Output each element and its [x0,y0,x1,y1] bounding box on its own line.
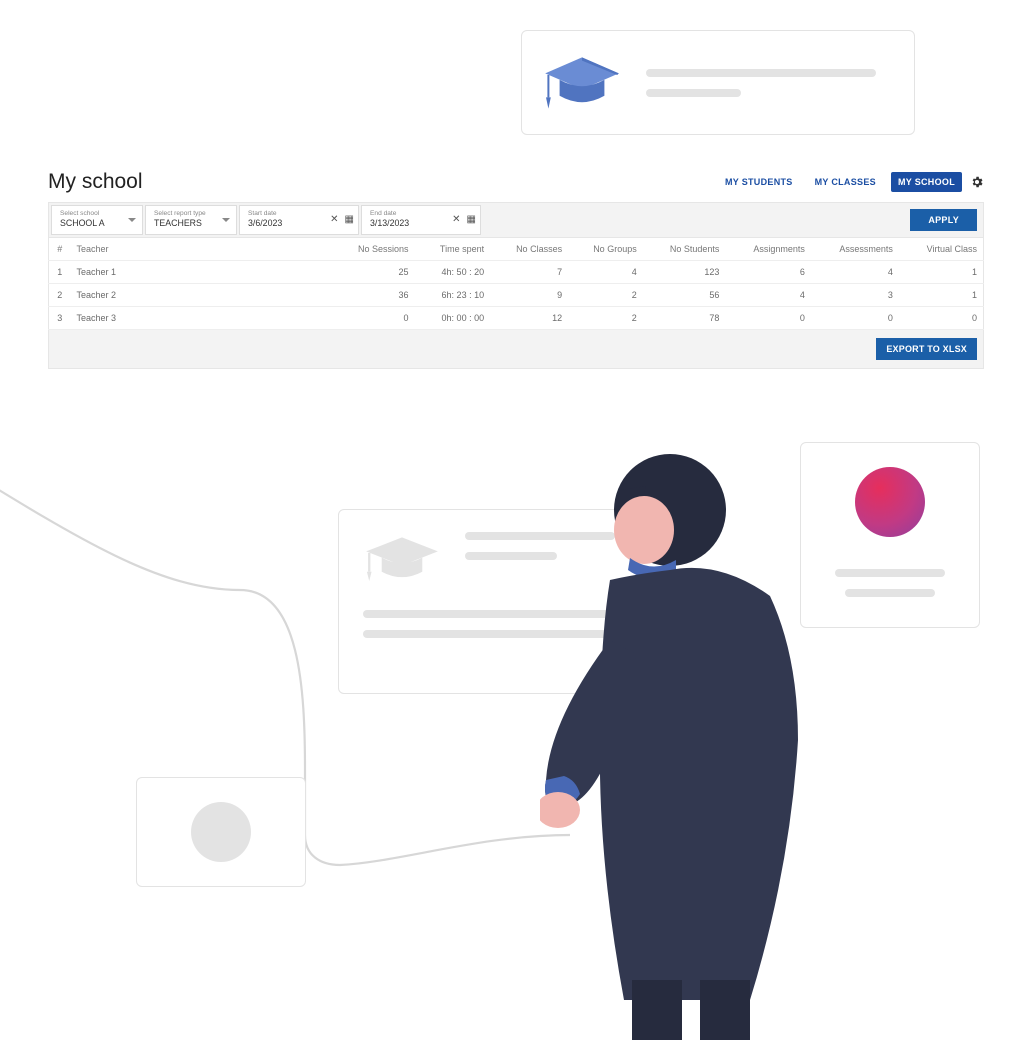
cell-virtual: 1 [899,261,984,284]
end-date-field[interactable]: End date 3/13/2023 ✕ ▦ [361,205,481,235]
cell-sessions: 36 [331,284,415,307]
graduation-cap-icon [542,48,622,118]
field-label: Select report type [154,211,228,218]
cell-time: 0h: 00 : 00 [415,307,491,330]
chevron-down-icon [222,218,230,222]
table-row[interactable]: 1Teacher 1254h: 50 : 2074123641 [49,261,984,284]
placeholder-line [835,569,945,577]
cell-assessments: 3 [811,284,899,307]
page-title: My school [48,170,143,194]
cell-time: 6h: 23 : 10 [415,284,491,307]
cell-teacher: Teacher 2 [71,284,331,307]
cell-classes: 9 [490,284,568,307]
graduation-cap-icon [363,532,441,588]
placeholder-line [646,69,876,77]
gradient-avatar [855,467,925,537]
col-students: No Students [643,238,726,261]
select-school[interactable]: Select school SCHOOL A [51,205,143,235]
summary-card-small [136,777,306,887]
cell-virtual: 1 [899,284,984,307]
cell-assessments: 0 [811,307,899,330]
col-index: # [49,238,71,261]
cell-classes: 12 [490,307,568,330]
tab-my-students[interactable]: MY STUDENTS [718,172,800,192]
col-classes: No Classes [490,238,568,261]
cell-classes: 7 [490,261,568,284]
cell-assignments: 6 [725,261,810,284]
cell-sessions: 25 [331,261,415,284]
col-assignments: Assignments [725,238,810,261]
dashboard-panel: My school MY STUDENTS MY CLASSES MY SCHO… [48,170,984,369]
teachers-table: # Teacher No Sessions Time spent No Clas… [48,238,984,330]
cell-groups: 2 [568,307,643,330]
cell-assignments: 0 [725,307,810,330]
export-xlsx-button[interactable]: EXPORT TO XLSX [876,338,977,360]
cell-assessments: 4 [811,261,899,284]
person-illustration [540,440,840,1040]
cell-teacher: Teacher 3 [71,307,331,330]
cell-time: 4h: 50 : 20 [415,261,491,284]
tab-my-school[interactable]: MY SCHOOL [891,172,962,192]
placeholder-line [646,89,741,97]
avatar-placeholder [191,802,251,862]
cell-teacher: Teacher 1 [71,261,331,284]
calendar-icon[interactable]: ▦ [345,215,354,225]
tab-my-classes[interactable]: MY CLASSES [808,172,883,192]
clear-icon[interactable]: ✕ [452,215,460,225]
cell-groups: 2 [568,284,643,307]
col-virtual: Virtual Class [899,238,984,261]
cell-idx: 1 [49,261,71,284]
cell-assignments: 4 [725,284,810,307]
apply-button[interactable]: APPLY [910,209,977,231]
table-row[interactable]: 3Teacher 300h: 00 : 0012278000 [49,307,984,330]
filter-bar: Select school SCHOOL A Select report typ… [48,202,984,238]
start-date-field[interactable]: Start date 3/6/2023 ✕ ▦ [239,205,359,235]
cell-students: 123 [643,261,726,284]
chevron-down-icon [128,218,136,222]
col-time: Time spent [415,238,491,261]
summary-card-top [521,30,915,135]
placeholder-line [845,589,935,597]
cell-idx: 2 [49,284,71,307]
gear-icon[interactable] [970,175,984,189]
col-groups: No Groups [568,238,643,261]
col-sessions: No Sessions [331,238,415,261]
cell-virtual: 0 [899,307,984,330]
clear-icon[interactable]: ✕ [330,215,338,225]
table-header-row: # Teacher No Sessions Time spent No Clas… [49,238,984,261]
cell-groups: 4 [568,261,643,284]
table-row[interactable]: 2Teacher 2366h: 23 : 109256431 [49,284,984,307]
cell-sessions: 0 [331,307,415,330]
col-assessments: Assessments [811,238,899,261]
cell-students: 78 [643,307,726,330]
field-value: TEACHERS [154,219,228,229]
select-report-type[interactable]: Select report type TEACHERS [145,205,237,235]
cell-idx: 3 [49,307,71,330]
col-teacher: Teacher [71,238,331,261]
cell-students: 56 [643,284,726,307]
field-label: Select school [60,211,134,218]
field-value: SCHOOL A [60,219,134,229]
calendar-icon[interactable]: ▦ [467,215,476,225]
